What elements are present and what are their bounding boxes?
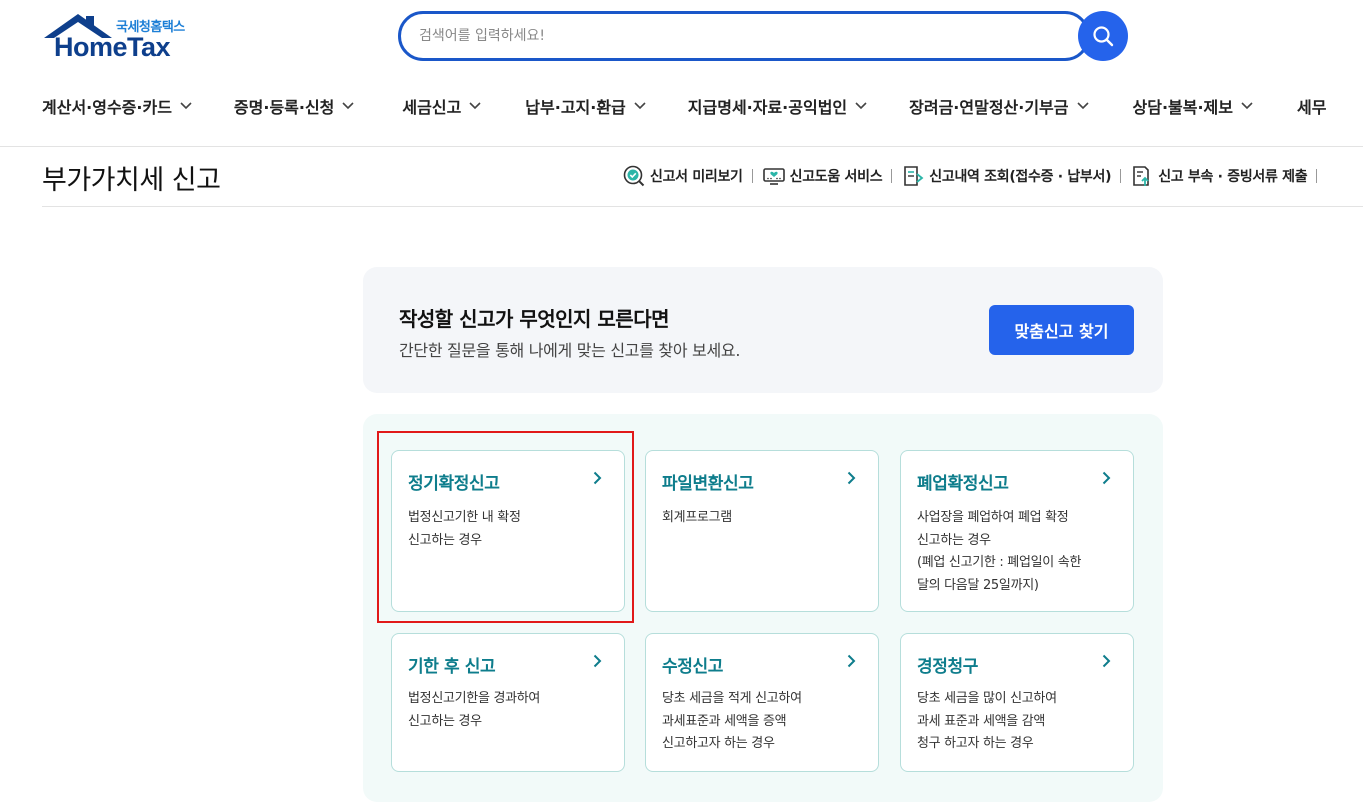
hometax-logo[interactable]: 국세청홈택스 HomeTax: [42, 12, 202, 64]
banner-title: 작성할 신고가 무엇인지 모른다면: [399, 307, 670, 331]
card-title: 폐업확정신고: [917, 474, 1009, 494]
chevron-down-icon: [1241, 102, 1253, 110]
card-title: 기한 후 신고: [408, 657, 496, 677]
tool-submit-documents[interactable]: 신고 부속 · 증빙서류 제출: [1130, 164, 1308, 188]
chevron-right-icon: [847, 471, 856, 485]
card-correction-claim[interactable]: 경정청구 당초 세금을 많이 신고하여 과세 표준과 세액을 감액 청구 하고자…: [900, 633, 1134, 772]
tool-preview[interactable]: 신고서 미리보기: [622, 164, 743, 188]
chevron-right-icon: [593, 471, 602, 485]
upload-document-icon: [1133, 166, 1149, 186]
card-title: 정기확정신고: [408, 474, 500, 494]
search-icon: [1093, 26, 1114, 47]
tool-divider: [1316, 169, 1318, 183]
card-title: 수정신고: [662, 657, 723, 677]
banner-description: 간단한 질문을 통해 나에게 맞는 신고를 찾아 보세요.: [399, 341, 741, 360]
nav-item-tax-filing[interactable]: 세금신고: [402, 92, 481, 120]
nav-item-payment[interactable]: 납부·고지·환급: [525, 92, 646, 120]
history-document-icon: [904, 166, 924, 186]
filing-type-panel: 정기확정신고 법정신고기한 내 확정 신고하는 경우 파일변환신고 회계프로그램…: [363, 414, 1163, 802]
preview-check-icon: [623, 165, 645, 187]
chevron-down-icon: [342, 102, 354, 110]
nav-item-incentives[interactable]: 장려금·연말정산·기부금: [909, 92, 1089, 120]
tool-help-service[interactable]: 신고도움 서비스: [762, 164, 883, 188]
find-filing-banner: 작성할 신고가 무엇인지 모른다면 간단한 질문을 통해 나에게 맞는 신고를 …: [363, 267, 1163, 393]
card-closure-final-filing[interactable]: 폐업확정신고 사업장을 폐업하여 폐업 확정 신고하는 경우 (폐업 신고기한 …: [900, 450, 1134, 612]
search-box: [398, 11, 1090, 61]
tool-divider: [891, 169, 893, 183]
nav-item-consultation[interactable]: 상담·불복·제보: [1133, 92, 1253, 120]
find-custom-filing-button[interactable]: 맞춤신고 찾기: [989, 305, 1134, 355]
card-description: 당초 세금을 적게 신고하여 과세표준과 세액을 증액 신고하고자 하는 경우: [662, 691, 802, 751]
card-description: 당초 세금을 많이 신고하여 과세 표준과 세액을 감액 청구 하고자 하는 경…: [917, 691, 1057, 751]
card-description: 사업장을 폐업하여 폐업 확정 신고하는 경우 (폐업 신고기한 : 폐업일이 …: [917, 510, 1082, 593]
tool-divider: [751, 169, 753, 183]
card-description: 법정신고기한 내 확정 신고하는 경우: [408, 510, 521, 548]
card-title: 경정청구: [917, 657, 978, 677]
chevron-right-icon: [1102, 471, 1111, 485]
search-input[interactable]: [419, 24, 1059, 48]
card-description: 회계프로그램: [662, 510, 732, 525]
chevron-down-icon: [634, 102, 646, 110]
chevron-down-icon: [855, 102, 867, 110]
help-monitor-icon: [762, 168, 785, 185]
page-title: 부가가치세 신고: [42, 165, 221, 196]
chevron-down-icon: [1076, 102, 1089, 110]
chevron-down-icon: [180, 102, 192, 110]
nav-divider: [0, 146, 1363, 147]
main-nav: 계산서·영수증·카드 증명·등록·신청 세금신고 납부·고지·환급 지급명세·자…: [42, 92, 1363, 120]
card-file-conversion-filing[interactable]: 파일변환신고 회계프로그램: [645, 450, 879, 612]
chevron-right-icon: [1102, 654, 1111, 668]
nav-item-certificates[interactable]: 증명·등록·신청: [234, 92, 354, 120]
nav-item-statements[interactable]: 지급명세·자료·공익법인: [688, 92, 867, 120]
search-button[interactable]: [1078, 11, 1128, 61]
card-regular-final-filing[interactable]: 정기확정신고 법정신고기한 내 확정 신고하는 경우: [391, 450, 625, 612]
logo-title: HomeTax: [54, 32, 171, 62]
card-amended-filing[interactable]: 수정신고 당초 세금을 적게 신고하여 과세표준과 세액을 증액 신고하고자 하…: [645, 633, 879, 772]
chevron-right-icon: [847, 654, 856, 668]
filing-tools: 신고서 미리보기 신고도움 서비스 신고내역 조회(접수증 · 납부서) 신고 …: [622, 164, 1326, 188]
tool-divider: [1120, 169, 1122, 183]
card-description: 법정신고기한을 경과하여 신고하는 경우: [408, 691, 541, 729]
card-late-filing[interactable]: 기한 후 신고 법정신고기한을 경과하여 신고하는 경우: [391, 633, 625, 772]
tool-history[interactable]: 신고내역 조회(접수증 · 납부서): [901, 164, 1111, 188]
chevron-down-icon: [469, 102, 481, 110]
title-divider: [42, 206, 1363, 207]
card-title: 파일변환신고: [662, 474, 754, 494]
chevron-right-icon: [593, 654, 602, 668]
nav-item-tax-more[interactable]: 세무: [1297, 92, 1326, 120]
nav-item-invoices[interactable]: 계산서·영수증·카드: [42, 92, 192, 120]
